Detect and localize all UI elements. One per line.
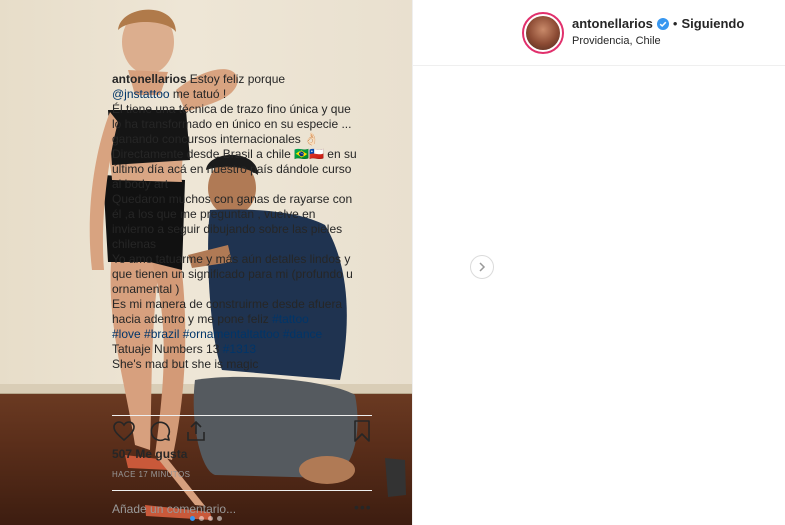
caption-paragraph: She's mad but she is magic	[112, 357, 358, 372]
heart-icon[interactable]	[112, 419, 136, 443]
comment-bar: •••	[112, 490, 372, 525]
caption-paragraph: Yo amo tatuarme y más aún detalles lindo…	[112, 252, 358, 297]
hashtag-link[interactable]: #brazil	[144, 327, 179, 341]
comment-icon[interactable]	[148, 419, 172, 443]
location-link[interactable]: Providencia, Chile	[572, 35, 661, 47]
caption-paragraph: Es mi manera de construirme desde afuera…	[112, 297, 358, 327]
caption-paragraph: Quedaron muchos con ganas de rayarse con…	[112, 192, 358, 252]
caption-username[interactable]: antonellarios	[112, 72, 187, 86]
bookmark-icon[interactable]	[350, 419, 374, 443]
comment-input[interactable]	[112, 499, 332, 519]
share-icon[interactable]	[184, 419, 208, 443]
caption-text: me tatuó !	[169, 87, 227, 101]
post-side-panel: antonellarios • Siguiendo Providencia, Chi…	[412, 0, 785, 525]
caption: antonellarios Estoy feliz porque @jnstatto…	[112, 72, 358, 408]
more-options-icon[interactable]: •••	[354, 499, 372, 515]
caption-text: She's mad but she is magic	[112, 357, 259, 371]
caption-text: Yo amo tatuarme y más aún detalles lindo…	[112, 252, 353, 296]
likes-count[interactable]: 507 Me gusta	[112, 447, 187, 461]
caption-paragraph: antonellarios Estoy feliz porque	[112, 72, 358, 87]
caption-paragraph: Él tiene una técnica de trazo fino única…	[112, 102, 358, 147]
mention-link[interactable]: @jnstattoo	[112, 87, 170, 101]
post-header: antonellarios • Siguiendo Providencia, Chi…	[413, 0, 785, 66]
caption-paragraph: #love #brazil #ornamentaltattoo #dance	[112, 327, 358, 342]
hashtag-link[interactable]: #tattoo	[272, 312, 309, 326]
header-username[interactable]: antonellarios	[572, 16, 653, 31]
caption-text: Directamente desde Brasil a chile 🇧🇷🇨🇱 e…	[112, 147, 357, 191]
avatar[interactable]	[522, 12, 564, 54]
header-user-line: antonellarios • Siguiendo	[572, 16, 744, 31]
post-timestamp: HACE 17 MINUTOS	[112, 470, 191, 479]
action-bar	[112, 415, 372, 443]
caption-text: Estoy feliz porque	[189, 72, 286, 86]
hashtag-link[interactable]: #dance	[283, 327, 322, 341]
hashtag-link[interactable]: #ornamentaltattoo	[183, 327, 280, 341]
caption-text: Él tiene una técnica de trazo fino única…	[112, 102, 352, 146]
caption-text: Tatuaje Numbers 13	[112, 342, 223, 356]
caption-paragraph: @jnstattoo me tatuó !	[112, 87, 358, 102]
caption-text: Quedaron muchos con ganas de rayarse con…	[112, 192, 353, 251]
verified-badge-icon	[656, 18, 669, 30]
header-separator: •	[672, 16, 678, 31]
hashtag-link[interactable]: #love	[112, 327, 141, 341]
hashtag-link[interactable]: #1313	[223, 342, 256, 356]
follow-button[interactable]: Siguiendo	[681, 16, 744, 31]
caption-paragraph: Tatuaje Numbers 13 #1313	[112, 342, 358, 357]
caption-paragraph: Directamente desde Brasil a chile 🇧🇷🇨🇱 e…	[112, 147, 358, 192]
